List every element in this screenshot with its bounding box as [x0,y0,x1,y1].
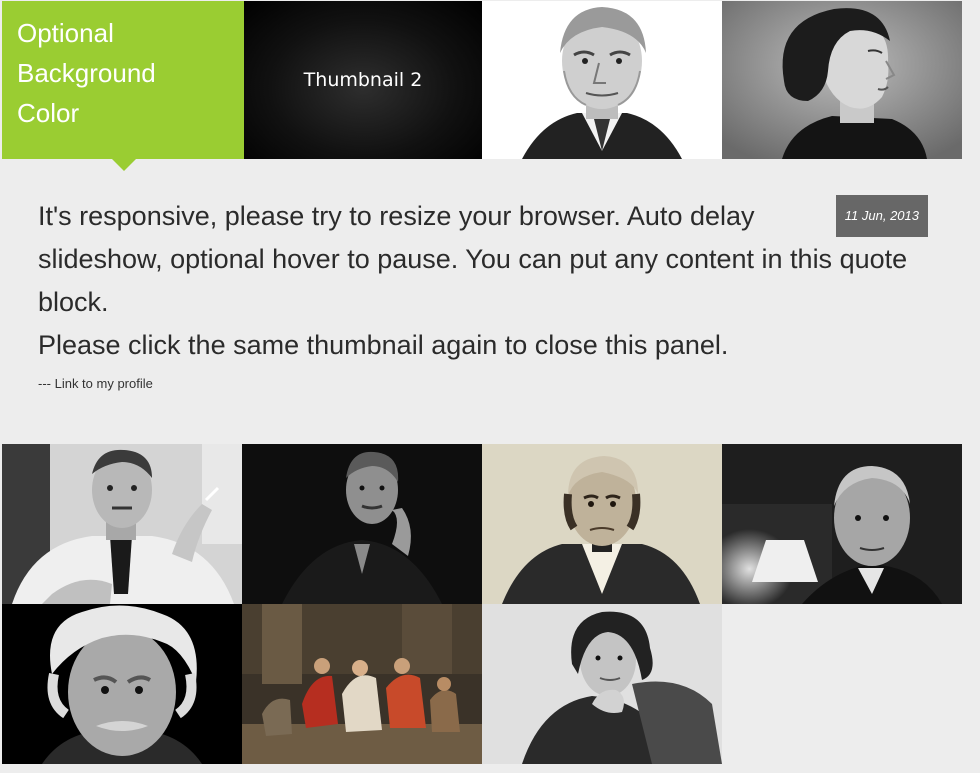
portrait-man-cigarette-image [2,444,242,604]
portrait-elderly-man-image [482,1,722,159]
thumbnail-10-painting[interactable] [242,604,482,764]
thumbnail-1-color-tile[interactable]: Optional Background Color [2,1,244,171]
thumbnail-2-label: Thumbnail 2 [303,69,423,91]
thumbnail-2-tile[interactable]: Thumbnail 2 [244,1,482,159]
classical-painting-image [242,604,482,764]
portrait-man-dark-image [242,444,482,604]
quote-panel: 11 Jun, 2013 It's responsive, please try… [38,195,928,391]
portrait-man-chin-hand-image [482,604,722,764]
top-thumbnail-row: Optional Background Color Thumbnail 2 [2,1,962,171]
color-tile-label: Optional Background Color [17,18,156,128]
thumbnail-7-portrait[interactable] [482,444,722,604]
thumbnail-8-portrait[interactable] [722,444,962,604]
thumbnail-6-portrait[interactable] [242,444,482,604]
date-badge: 11 Jun, 2013 [835,195,928,237]
portrait-white-haired-man-image [2,604,242,764]
thumbnail-4-portrait[interactable] [722,1,962,159]
profile-link[interactable]: --- Link to my profile [38,376,928,391]
thumbnail-5-portrait[interactable] [2,444,242,604]
thumbnail-11-portrait[interactable] [482,604,722,764]
portrait-statesman-painting-image [482,444,722,604]
quote-text-instruction: Please click the same thumbnail again to… [38,330,729,360]
active-pointer-arrow [112,159,136,171]
thumbnail-3-portrait[interactable] [482,1,722,159]
quote-text-main: It's responsive, please try to resize yo… [38,201,908,317]
thumbnail-9-portrait[interactable] [2,604,242,764]
portrait-bald-man-lamp-image [722,444,962,604]
portrait-woman-profile-image [722,1,962,159]
bottom-thumbnail-row-2 [2,604,722,764]
bottom-thumbnail-row-1 [2,444,962,604]
